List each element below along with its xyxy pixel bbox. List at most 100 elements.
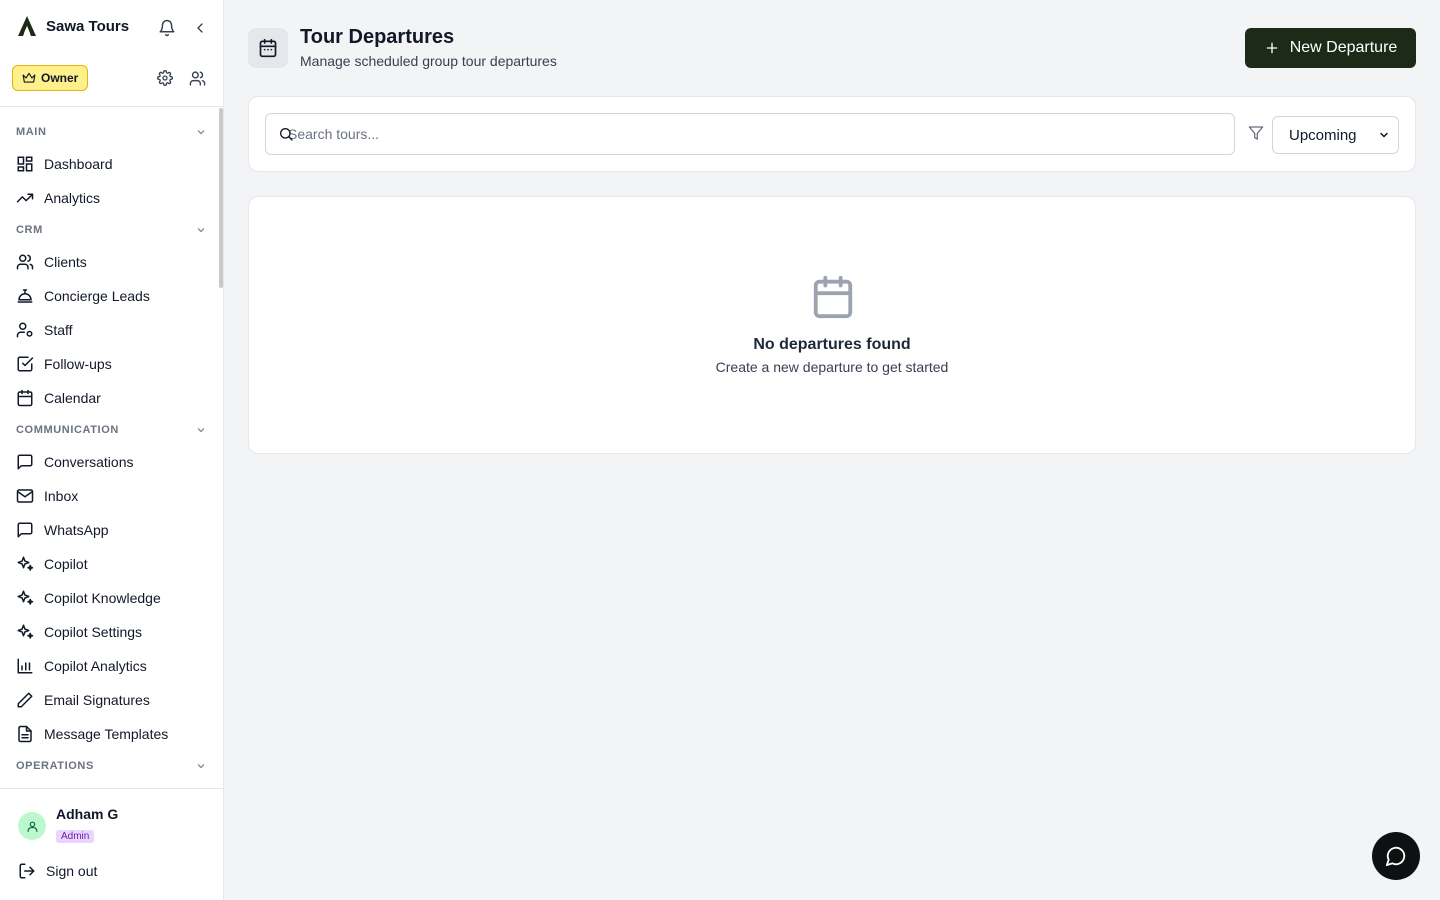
sidebar-item-label: Follow-ups (44, 356, 112, 372)
sidebar-item-copilot-settings[interactable]: Copilot Settings (16, 619, 215, 645)
page-title: Tour Departures (300, 26, 455, 48)
sawa-logo-icon (16, 14, 38, 38)
sidebar-footer-divider (0, 788, 223, 789)
sidebar: Sawa Tours Owner MAIN Dashboard Analytic… (0, 0, 224, 900)
sidebar-item-whatsapp[interactable]: WhatsApp (16, 517, 215, 543)
sidebar-item-label: Analytics (44, 190, 101, 206)
plus-icon (1266, 42, 1278, 54)
sidebar-item-email-signatures[interactable]: Email Signatures (16, 687, 215, 713)
chevron-down-icon (197, 764, 205, 769)
sidebar-item-staff[interactable]: Staff (16, 317, 215, 343)
crown-icon (22, 72, 36, 83)
sidebar-item-label: Clients (44, 254, 87, 270)
sidebar-item-label: Copilot Analytics (44, 658, 147, 674)
sidebar-item-copilot-knowledge[interactable]: Copilot Knowledge (16, 585, 215, 611)
sidebar-divider (0, 106, 223, 107)
sidebar-item-label: Dashboard (44, 156, 113, 172)
sidebar-item-label: Copilot (44, 556, 88, 572)
sidebar-item-clients[interactable]: Clients (16, 249, 215, 275)
sidebar-item-follow-ups[interactable]: Follow-ups (16, 351, 215, 377)
sign-out-button[interactable]: Sign out (18, 862, 97, 880)
search-field (265, 113, 1235, 155)
sidebar-item-label: Copilot Knowledge (44, 590, 161, 606)
sidebar-item-conversations[interactable]: Conversations (16, 449, 215, 475)
sidebar-item-analytics[interactable]: Analytics (16, 185, 215, 211)
empty-state: No departures found Create a new departu… (248, 196, 1416, 454)
section-crm-label: CRM (16, 224, 43, 236)
status-select[interactable]: Upcoming (1272, 116, 1399, 154)
bell-icon[interactable] (156, 17, 178, 39)
sidebar-item-label: Copilot Settings (44, 624, 143, 640)
sidebar-item-label: Calendar (44, 390, 101, 406)
app-name: Sawa Tours (46, 17, 130, 35)
section-crm[interactable]: CRM (16, 220, 207, 240)
section-operations-label: OPERATIONS (16, 760, 94, 772)
users-icon[interactable] (186, 67, 208, 89)
sparkles-icon (17, 590, 34, 605)
chat-button[interactable] (1372, 832, 1420, 880)
chevron-down-icon (197, 428, 205, 433)
empty-state-subtitle: Create a new departure to get started (715, 359, 949, 375)
file-text-icon (18, 725, 32, 743)
chevron-down-icon (197, 228, 205, 233)
new-departure-label: New Departure (1289, 39, 1398, 56)
sidebar-item-label: Concierge Leads (44, 288, 150, 304)
section-communication[interactable]: COMMUNICATION (16, 420, 207, 440)
chevron-down-icon (1380, 132, 1388, 138)
owner-badge-label: Owner (41, 71, 79, 85)
calendar-icon (17, 389, 33, 407)
bar-chart-icon (17, 658, 33, 674)
search-input[interactable] (266, 114, 1234, 154)
users-icon (16, 254, 34, 270)
section-main[interactable]: MAIN (16, 122, 207, 142)
pen-icon (17, 692, 33, 708)
sidebar-item-label: Message Templates (44, 726, 169, 742)
empty-state-title: No departures found (753, 336, 911, 353)
page-subtitle: Manage scheduled group tour departures (300, 53, 557, 69)
section-communication-label: COMMUNICATION (16, 424, 119, 436)
status-select-value: Upcoming (1289, 126, 1357, 144)
concierge-bell-icon (17, 289, 33, 303)
sparkles-icon (17, 556, 34, 571)
avatar (18, 812, 46, 840)
message-circle-icon (1385, 846, 1406, 867)
sidebar-item-dashboard[interactable]: Dashboard (16, 151, 215, 177)
chevron-left-icon[interactable] (189, 17, 211, 39)
log-out-icon (19, 863, 35, 879)
sparkles-icon (17, 624, 34, 639)
message-square-icon (17, 454, 33, 470)
sidebar-nav: MAIN Dashboard Analytics CRM Clients Con… (0, 110, 223, 788)
sidebar-item-label: WhatsApp (44, 522, 109, 538)
check-square-icon (17, 356, 34, 372)
sidebar-item-calendar[interactable]: Calendar (16, 385, 215, 411)
trending-up-icon (16, 193, 34, 203)
owner-badge: Owner (12, 65, 89, 91)
calendar-icon (248, 28, 288, 68)
user-profile[interactable]: Adham G Admin (18, 804, 118, 844)
brand[interactable]: Sawa Tours (16, 14, 129, 38)
chevron-down-icon (197, 130, 205, 135)
sidebar-item-label: Email Signatures (44, 692, 150, 708)
message-square-icon (17, 522, 33, 538)
calendar-icon (813, 275, 853, 319)
new-departure-button[interactable]: New Departure (1245, 28, 1416, 68)
sidebar-item-label: Inbox (44, 488, 79, 504)
filter-bar: Upcoming (248, 96, 1416, 172)
user-icon (27, 821, 37, 832)
sidebar-item-inbox[interactable]: Inbox (16, 483, 215, 509)
section-operations[interactable]: OPERATIONS (16, 756, 207, 776)
user-cog-icon (16, 322, 33, 338)
mail-icon (16, 489, 34, 503)
sidebar-item-label: Staff (44, 322, 73, 338)
user-name: Adham G (56, 806, 119, 822)
gear-icon[interactable] (154, 67, 176, 89)
sign-out-label: Sign out (46, 863, 98, 879)
layout-grid-icon (17, 156, 33, 172)
filter-icon (1248, 126, 1264, 140)
sidebar-item-copilot[interactable]: Copilot (16, 551, 215, 577)
sidebar-item-copilot-analytics[interactable]: Copilot Analytics (16, 653, 215, 679)
sidebar-item-concierge-leads[interactable]: Concierge Leads (16, 283, 215, 309)
sidebar-item-message-templates[interactable]: Message Templates (16, 721, 215, 747)
section-main-label: MAIN (16, 126, 47, 138)
sidebar-scrollbar[interactable] (219, 108, 223, 288)
